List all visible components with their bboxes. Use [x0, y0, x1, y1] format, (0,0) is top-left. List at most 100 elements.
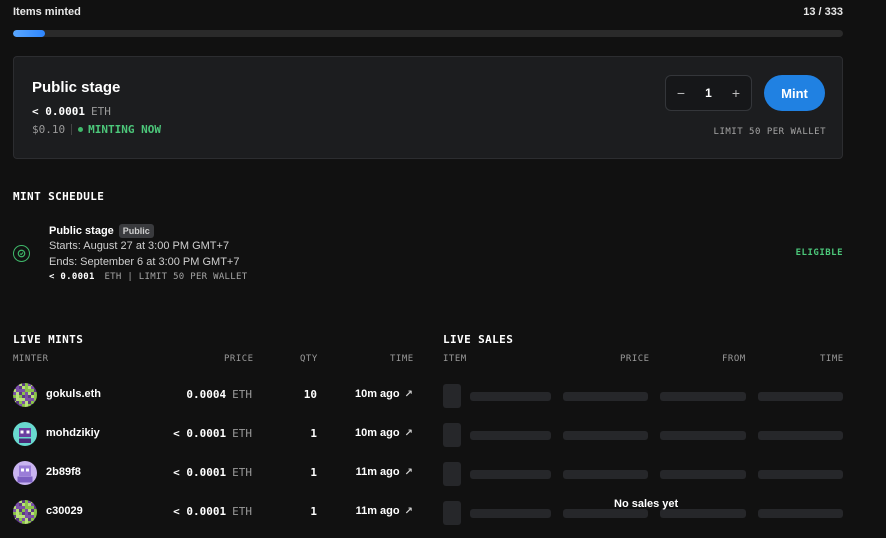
minter-avatar[interactable] — [13, 383, 37, 407]
live-sales-title: LIVE SALES — [443, 333, 514, 346]
mint-price-unit: ETH — [232, 388, 252, 401]
mint-progress-bar — [13, 30, 843, 37]
minting-status: MINTING NOW — [88, 123, 161, 136]
live-mint-row[interactable]: mohdzikiy < 0.0001 ETH 1 10m ago ↗ — [13, 421, 413, 447]
decrement-button[interactable]: − — [675, 85, 687, 101]
skeleton-bar — [470, 470, 551, 479]
mint-time-link[interactable]: 11m ago ↗ — [356, 505, 413, 517]
skeleton-bar — [758, 392, 843, 401]
sale-skeleton-row — [443, 423, 843, 447]
mint-price-unit: ETH — [232, 505, 252, 518]
live-mint-row[interactable]: 2b89f8 < 0.0001 ETH 1 11m ago ↗ — [13, 460, 413, 486]
increment-button[interactable]: + — [730, 85, 742, 101]
mint-price-unit: ETH — [232, 427, 252, 440]
skeleton-bar — [563, 392, 648, 401]
external-link-icon[interactable]: ↗ — [405, 389, 413, 400]
skeleton-bar — [470, 509, 551, 518]
schedule-ends: Ends: September 6 at 3:00 PM GMT+7 — [49, 256, 240, 268]
mint-time-link[interactable]: 11m ago ↗ — [356, 466, 413, 478]
mint-price: < 0.0001 ETH — [173, 466, 252, 479]
col-item: ITEM — [443, 354, 467, 364]
minter-avatar[interactable] — [13, 461, 37, 485]
mint-price-value: 0.0004 — [186, 388, 227, 401]
mint-qty: 1 — [310, 466, 317, 479]
no-sales-message: No sales yet — [614, 498, 679, 510]
mint-time: 11m ago — [355, 466, 400, 478]
eligibility-status: ELIGIBLE — [795, 248, 843, 258]
stage-title: Public stage — [32, 79, 121, 96]
schedule-starts: Starts: August 27 at 3:00 PM GMT+7 — [49, 240, 230, 252]
mint-price-value: < 0.0001 — [173, 505, 227, 518]
live-mint-row[interactable]: gokuls.eth 0.0004 ETH 10 10m ago ↗ — [13, 382, 413, 408]
schedule-price: < 0.0001 — [49, 272, 95, 282]
mint-button[interactable]: Mint — [764, 75, 825, 111]
skeleton-bar — [660, 470, 746, 479]
mint-price: 0.0004 ETH — [186, 388, 252, 401]
col-price: PRICE — [224, 354, 254, 364]
public-badge: Public — [118, 224, 154, 238]
stage-usd-row: $0.10 MINTING NOW — [32, 123, 161, 136]
minter-name[interactable]: gokuls.eth — [46, 388, 101, 400]
stage-status-icon — [13, 245, 30, 262]
sale-skeleton-row — [443, 384, 843, 408]
mint-price: < 0.0001 ETH — [173, 427, 252, 440]
minter-name[interactable]: mohdzikiy — [46, 427, 100, 439]
minter-name[interactable]: c30029 — [46, 505, 83, 517]
mint-progress-fill — [13, 30, 46, 37]
quantity-value: 1 — [705, 86, 712, 100]
minter-avatar[interactable] — [13, 422, 37, 446]
col-sale-price: PRICE — [620, 354, 650, 364]
skeleton-item-thumb — [443, 462, 461, 486]
wallet-limit: LIMIT 50 PER WALLET — [713, 127, 826, 137]
skeleton-bar — [563, 431, 648, 440]
schedule-meta: < 0.0001 ETH | LIMIT 50 PER WALLET — [49, 272, 247, 282]
external-link-icon[interactable]: ↗ — [405, 467, 413, 478]
mint-time-link[interactable]: 10m ago ↗ — [355, 388, 413, 400]
col-qty: QTY — [300, 354, 318, 364]
stage-price-value: < 0.0001 — [32, 105, 85, 118]
mint-schedule-title: MINT SCHEDULE — [13, 190, 105, 203]
col-time: TIME — [390, 354, 414, 364]
external-link-icon[interactable]: ↗ — [405, 506, 413, 517]
skeleton-bar — [563, 509, 648, 518]
mint-price-value: < 0.0001 — [173, 466, 227, 479]
stage-price: < 0.0001 ETH — [32, 105, 111, 118]
col-minter: MINTER — [13, 354, 49, 364]
mint-price-unit: ETH — [232, 466, 252, 479]
skeleton-bar — [758, 509, 843, 518]
col-sale-time: TIME — [820, 354, 844, 364]
skeleton-bar — [470, 431, 551, 440]
schedule-limit: ETH | LIMIT 50 PER WALLET — [104, 272, 248, 282]
skeleton-bar — [470, 392, 551, 401]
col-from: FROM — [722, 354, 746, 364]
skeleton-bar — [660, 392, 746, 401]
skeleton-bar — [758, 470, 843, 479]
stage-price-unit: ETH — [90, 105, 111, 118]
check-circle-icon — [17, 249, 26, 258]
mint-qty: 10 — [303, 388, 317, 401]
live-mint-row[interactable]: c30029 < 0.0001 ETH 1 11m ago ↗ — [13, 499, 413, 525]
mint-qty: 1 — [310, 427, 317, 440]
mint-time-link[interactable]: 10m ago ↗ — [355, 427, 413, 439]
live-mints-title: LIVE MINTS — [13, 333, 84, 346]
items-minted-count: 13 / 333 — [803, 6, 843, 18]
skeleton-item-thumb — [443, 423, 461, 447]
minter-name[interactable]: 2b89f8 — [46, 466, 81, 478]
skeleton-bar — [758, 431, 843, 440]
schedule-stage-name: Public stage Public — [49, 224, 154, 238]
quantity-stepper[interactable]: − 1 + — [665, 75, 752, 111]
divider — [71, 124, 73, 135]
external-link-icon[interactable]: ↗ — [405, 428, 413, 439]
schedule-stage-title: Public stage — [49, 225, 114, 237]
skeleton-item-thumb — [443, 501, 461, 525]
mint-time: 10m ago — [354, 388, 400, 400]
skeleton-item-thumb — [443, 384, 461, 408]
mint-price-value: < 0.0001 — [173, 427, 227, 440]
public-stage-card: Public stage < 0.0001 ETH $0.10 MINTING N… — [13, 56, 843, 159]
skeleton-bar — [660, 509, 746, 518]
mint-time: 10m ago — [354, 427, 400, 439]
skeleton-bar — [660, 431, 746, 440]
mint-time: 11m ago — [355, 505, 400, 517]
mint-price: < 0.0001 ETH — [173, 505, 252, 518]
minter-avatar[interactable] — [13, 500, 37, 524]
